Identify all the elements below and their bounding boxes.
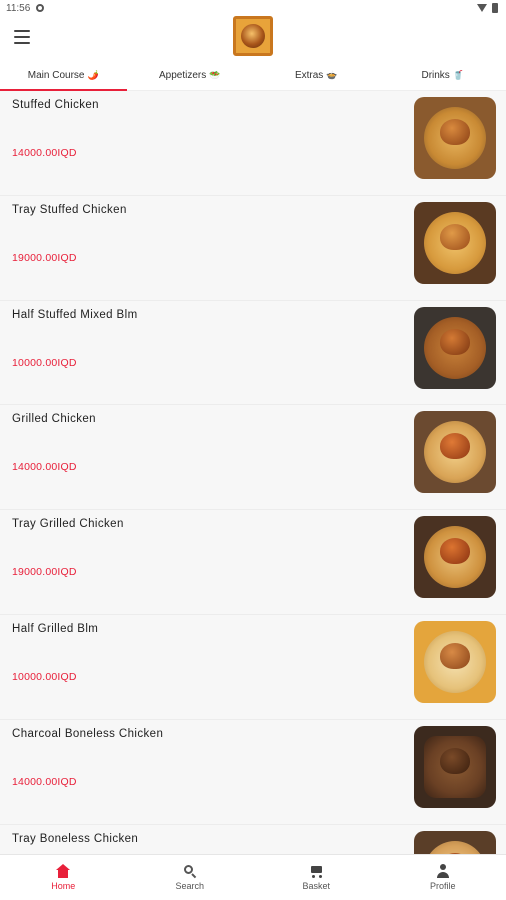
menu-item-list[interactable]: Stuffed Chicken 14000.00IQD Tray Stuffed… <box>0 91 506 854</box>
status-left: 11:56 <box>6 2 45 14</box>
nav-profile[interactable]: Profile <box>380 855 506 900</box>
item-name: Grilled Chicken <box>12 413 96 426</box>
item-photo[interactable] <box>414 620 496 703</box>
category-tabs: Main Course 🌶️ Appetizers 🥗 Extras 🍲 Dri… <box>0 60 506 91</box>
item-name: Charcoal Boneless Chicken <box>12 727 164 740</box>
profile-icon <box>436 864 450 878</box>
tab-appetizers[interactable]: Appetizers 🥗 <box>127 60 254 90</box>
menu-item[interactable]: Tray Stuffed Chicken 19000.00IQD <box>0 196 506 301</box>
tab-extras[interactable]: Extras 🍲 <box>253 60 380 90</box>
item-photo[interactable] <box>414 411 496 494</box>
item-price: 10000.00IQD <box>12 356 77 369</box>
menu-icon[interactable] <box>14 30 30 44</box>
app-header <box>0 16 506 60</box>
menu-item[interactable]: Half Grilled Blm 10000.00IQD <box>0 615 506 720</box>
item-name: Tray Grilled Chicken <box>12 518 124 531</box>
chili-pepper-icon: 🌶️ <box>87 69 99 80</box>
tab-label: Drinks <box>421 69 450 81</box>
item-name: Stuffed Chicken <box>12 99 99 111</box>
item-photo[interactable] <box>414 306 496 389</box>
item-name: Half Grilled Blm <box>12 622 99 635</box>
menu-item[interactable]: Stuffed Chicken 14000.00IQD <box>0 91 506 196</box>
menu-item[interactable]: Tray Boneless Chicken <box>0 825 506 854</box>
pot-of-food-icon: 🍲 <box>326 69 338 80</box>
cup-icon: 🥤 <box>452 69 465 80</box>
item-price: 14000.00IQD <box>12 775 77 788</box>
nav-label: Basket <box>302 881 330 891</box>
tab-label: Appetizers <box>159 69 207 81</box>
nav-label: Search <box>175 881 205 891</box>
item-name: Half Stuffed Mixed Blm <box>12 308 138 321</box>
nav-label: Home <box>51 881 76 891</box>
tab-label: Extras <box>294 69 324 81</box>
item-photo[interactable] <box>414 516 496 599</box>
restaurant-logo[interactable] <box>233 16 273 56</box>
home-icon <box>56 864 71 878</box>
item-price: 14000.00IQD <box>12 461 77 474</box>
nav-home[interactable]: Home <box>0 855 127 900</box>
menu-item[interactable]: Half Stuffed Mixed Blm 10000.00IQD <box>0 301 506 406</box>
item-price: 19000.00IQD <box>12 566 77 579</box>
location-dot-icon <box>36 4 45 12</box>
tab-label: Main Course <box>27 69 85 81</box>
bottom-navigation: Home Search Basket Profile <box>0 854 506 900</box>
item-photo[interactable] <box>414 201 496 284</box>
tab-drinks[interactable]: Drinks 🥤 <box>380 60 506 90</box>
cart-icon <box>309 864 323 878</box>
menu-item[interactable]: Grilled Chicken 14000.00IQD <box>0 405 506 511</box>
status-right <box>477 3 498 13</box>
menu-item[interactable]: Charcoal Boneless Chicken 14000.00IQD <box>0 720 506 825</box>
nav-label: Profile <box>429 881 456 891</box>
nav-search[interactable]: Search <box>127 855 254 900</box>
tab-main-course[interactable]: Main Course 🌶️ <box>0 60 127 91</box>
nav-basket[interactable]: Basket <box>253 855 380 900</box>
item-price: 19000.00IQD <box>12 251 77 264</box>
menu-item[interactable]: Tray Grilled Chicken 19000.00IQD <box>0 510 506 615</box>
item-photo[interactable] <box>414 725 496 808</box>
search-icon <box>183 864 197 879</box>
item-photo[interactable] <box>414 97 496 179</box>
status-time: 11:56 <box>6 2 31 14</box>
item-photo[interactable] <box>414 830 496 854</box>
status-bar: 11:56 <box>0 0 506 16</box>
item-name: Tray Stuffed Chicken <box>12 203 127 216</box>
salad-icon: 🥗 <box>209 69 221 80</box>
item-price: 14000.00IQD <box>12 147 77 159</box>
item-price: 10000.00IQD <box>12 670 77 683</box>
battery-icon <box>492 3 498 13</box>
item-name: Tray Boneless Chicken <box>12 832 139 845</box>
wifi-icon <box>477 4 487 12</box>
